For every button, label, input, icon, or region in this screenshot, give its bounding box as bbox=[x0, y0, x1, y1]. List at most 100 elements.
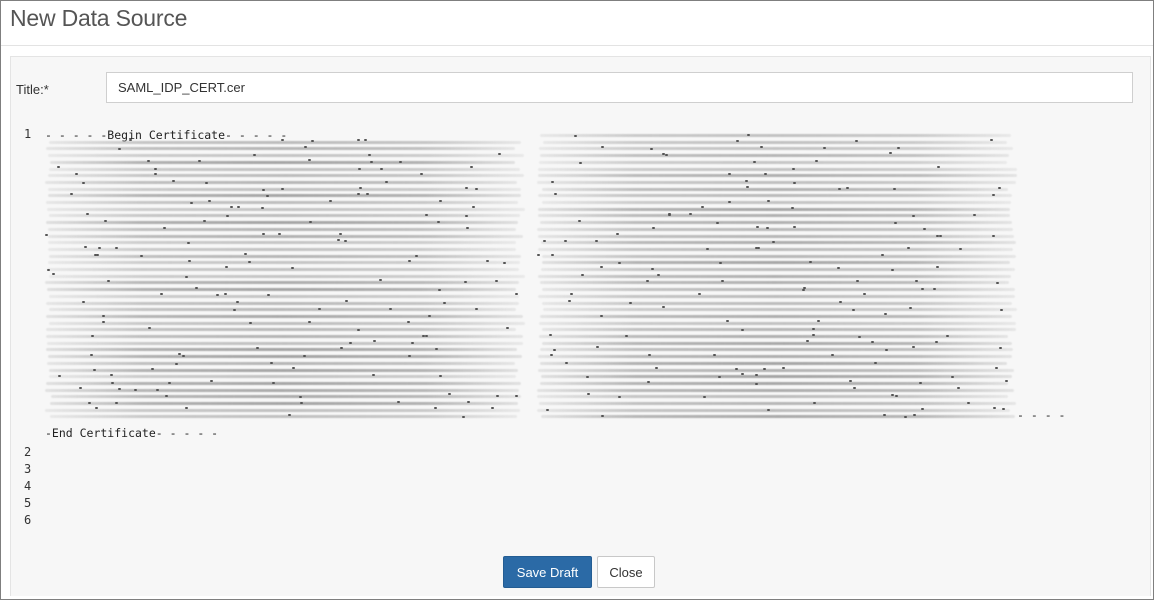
redacted-glyph bbox=[110, 373, 114, 376]
redacted-glyph bbox=[830, 353, 834, 356]
redacted-glyph bbox=[210, 379, 213, 382]
redacted-glyph bbox=[184, 275, 188, 278]
redacted-line bbox=[50, 415, 518, 419]
redacted-glyph bbox=[114, 401, 118, 404]
redacted-line bbox=[46, 381, 521, 385]
redacted-line bbox=[46, 207, 525, 211]
redacted-glyph bbox=[471, 206, 475, 208]
redacted-glyph bbox=[299, 401, 303, 404]
redacted-glyph bbox=[811, 334, 815, 337]
redacted-glyph bbox=[117, 388, 121, 391]
redacted-glyph bbox=[406, 320, 410, 323]
redacted-glyph bbox=[718, 261, 722, 264]
redacted-line bbox=[537, 408, 1011, 412]
redacted-glyph bbox=[365, 192, 369, 195]
redacted-glyph bbox=[718, 375, 722, 378]
redacted-glyph bbox=[45, 233, 49, 236]
redacted-glyph bbox=[466, 226, 470, 229]
redacted-line bbox=[48, 167, 521, 171]
redacted-glyph bbox=[765, 226, 769, 229]
redacted-glyph bbox=[720, 280, 724, 283]
redacted-glyph bbox=[563, 239, 567, 242]
redacted-glyph bbox=[194, 287, 198, 290]
redacted-line bbox=[49, 368, 518, 372]
redacted-glyph bbox=[514, 293, 518, 296]
redacted-line bbox=[540, 381, 1008, 385]
redacted-glyph bbox=[407, 259, 411, 262]
redacted-glyph bbox=[552, 348, 556, 351]
redacted-line bbox=[46, 201, 519, 204]
redacted-glyph bbox=[414, 254, 418, 257]
redacted-line bbox=[537, 247, 1013, 251]
redacted-glyph bbox=[537, 253, 540, 256]
redacted-glyph bbox=[380, 167, 384, 170]
redacted-glyph bbox=[803, 286, 807, 289]
redacted-glyph bbox=[307, 158, 311, 161]
redacted-glyph bbox=[497, 153, 501, 156]
redacted-glyph bbox=[372, 340, 376, 343]
close-button[interactable]: Close bbox=[597, 556, 655, 588]
redacted-glyph bbox=[291, 266, 295, 269]
redacted-line bbox=[46, 288, 516, 292]
redacted-glyph bbox=[811, 328, 815, 331]
redacted-glyph bbox=[851, 308, 855, 311]
redacted-glyph bbox=[994, 366, 998, 369]
redacted-glyph bbox=[884, 349, 888, 352]
redacted-glyph bbox=[702, 395, 706, 398]
redacted-line bbox=[48, 247, 516, 251]
redacted-glyph bbox=[548, 334, 552, 337]
redacted-glyph bbox=[357, 192, 361, 195]
trailing-dashes-text: - - - - bbox=[1017, 408, 1066, 422]
redacted-glyph bbox=[550, 180, 554, 183]
redacted-glyph bbox=[174, 362, 178, 365]
save-draft-button[interactable]: Save Draft bbox=[503, 556, 592, 588]
redacted-glyph bbox=[907, 246, 911, 249]
redacted-glyph bbox=[791, 167, 795, 170]
dialog-title: New Data Source bbox=[10, 5, 188, 31]
redacted-glyph bbox=[85, 213, 89, 216]
redacted-glyph bbox=[372, 373, 376, 376]
redacted-glyph bbox=[890, 394, 894, 397]
redacted-glyph bbox=[56, 165, 60, 168]
redacted-glyph bbox=[648, 353, 652, 356]
redacted-line bbox=[541, 187, 1008, 191]
redacted-glyph bbox=[462, 415, 466, 418]
redacted-glyph bbox=[419, 172, 423, 175]
redacted-line bbox=[46, 147, 516, 151]
redacted-glyph bbox=[255, 346, 259, 349]
redacted-glyph bbox=[186, 242, 190, 245]
title-divider bbox=[1, 45, 1153, 46]
redacted-glyph bbox=[939, 234, 943, 237]
redacted-glyph bbox=[594, 240, 598, 243]
redacted-line bbox=[539, 348, 1013, 352]
redacted-line bbox=[48, 274, 525, 278]
redacted-glyph bbox=[162, 226, 166, 229]
redacted-line bbox=[50, 395, 522, 399]
redacted-glyph bbox=[618, 395, 621, 398]
redacted-glyph bbox=[838, 188, 842, 191]
redacted-line bbox=[540, 415, 1015, 419]
redacted-line bbox=[538, 160, 1008, 164]
redacted-glyph bbox=[308, 220, 312, 223]
redacted-line bbox=[537, 234, 1014, 238]
redacted-line bbox=[45, 408, 521, 412]
redacted-glyph bbox=[189, 201, 193, 204]
redacted-line bbox=[537, 214, 1010, 218]
redacted-glyph bbox=[349, 341, 353, 344]
redacted-line bbox=[48, 140, 521, 144]
redacted-line bbox=[537, 174, 1017, 178]
redacted-glyph bbox=[435, 347, 439, 350]
redacted-glyph bbox=[880, 253, 884, 256]
redacted-glyph bbox=[437, 289, 441, 292]
redacted-glyph bbox=[923, 227, 927, 230]
redacted-glyph bbox=[410, 341, 414, 344]
redacted-glyph bbox=[307, 321, 311, 324]
title-input[interactable] bbox=[106, 72, 1133, 103]
redacted-glyph bbox=[624, 335, 628, 338]
redacted-glyph bbox=[817, 319, 821, 322]
redacted-line bbox=[45, 281, 520, 285]
redacted-glyph bbox=[502, 261, 506, 264]
redacted-glyph bbox=[287, 414, 291, 417]
redacted-line bbox=[47, 355, 523, 359]
redacted-glyph bbox=[280, 187, 284, 190]
